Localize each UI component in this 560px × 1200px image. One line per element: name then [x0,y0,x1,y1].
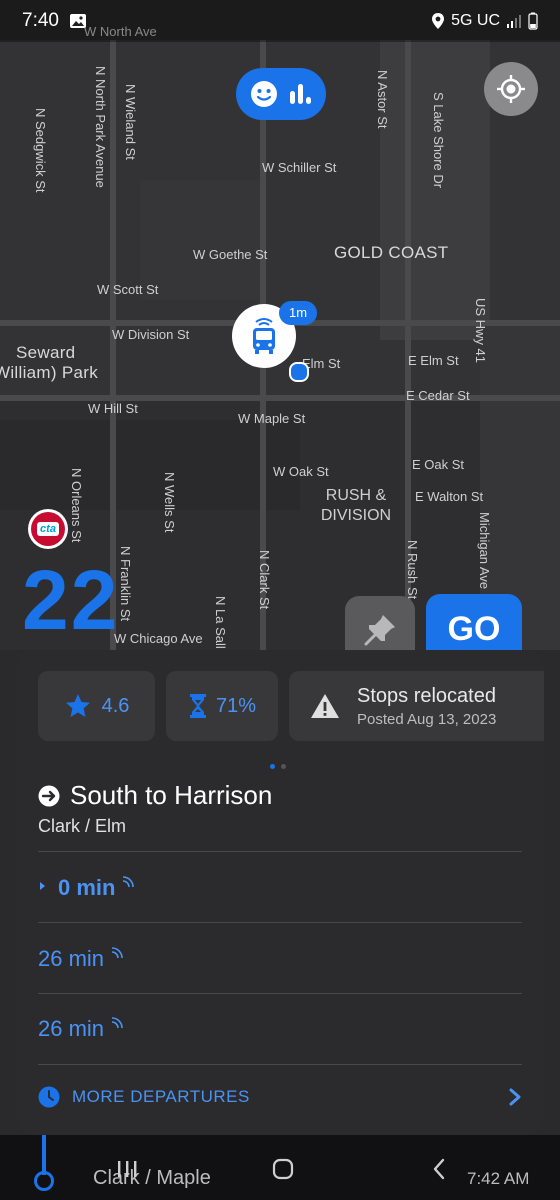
street-label: N North Park Avenue [93,66,108,188]
street-label: US Hwy 41 [473,298,488,364]
hourglass-icon [189,694,206,718]
agency-logo-text: cta [37,522,59,536]
departure-time: 0 min [58,875,116,900]
realtime-icon [111,1017,123,1029]
route-line [42,1135,46,1175]
street-label: W Schiller St [262,160,337,175]
street-label: E Cedar St [406,388,470,403]
recent-apps-icon[interactable] [116,1159,138,1179]
bottom-time: 7:42 AM [467,1169,530,1188]
departure-time: 26 min [38,1016,105,1041]
street-label: N Clark St [257,550,272,610]
divider [38,851,522,852]
bus-icon [253,318,275,354]
realtime-icon [111,947,123,959]
neighborhood-label: RUSH & [325,487,387,504]
my-location-button[interactable] [484,62,538,116]
rating-chip[interactable]: 4.6 [38,671,155,741]
divider [38,1064,522,1065]
street-label: Michigan Ave [477,512,492,590]
neighborhood-label: GOLD COAST [334,243,449,262]
stop-name: Clark / Elm [38,816,127,836]
realtime-icon [123,876,135,888]
network-label: 5G UC [451,12,500,29]
signal-icon [507,15,521,28]
street-label: N Wells St [162,472,177,533]
alert-date: Posted Aug 13, 2023 [357,710,497,728]
street-label: N Astor St [375,70,390,129]
street-label: N Orleans St [69,468,84,543]
agency-logo: cta [28,509,68,549]
neighborhood-label: DIVISION [320,507,392,524]
street-label: W Goethe St [193,247,268,262]
departure-time: 26 min [38,946,105,971]
more-departures-button[interactable]: MORE DEPARTURES [38,1086,522,1108]
battery-icon [528,12,538,30]
departure-row[interactable]: 0 min [38,875,135,901]
gallery-icon [69,14,86,28]
street-label: W Hill St [88,401,138,416]
smiley-icon [251,81,277,107]
street-label: E Elm St [408,353,459,368]
departure-row[interactable]: 26 min [38,1016,124,1042]
alert-chip[interactable]: Stops relocated Posted Aug 13, 2023 [289,671,544,741]
more-departures-label: MORE DEPARTURES [72,1087,250,1106]
departures-sheet: 4.6 71% Stops relocated Posted Aug 13, 2… [16,650,544,1134]
page-indicator [270,764,286,769]
occupancy-chip[interactable]: 71% [166,671,278,741]
divider [38,922,522,923]
direction-label: South to Harrison [70,780,273,810]
departure-row[interactable]: 26 min [38,946,124,972]
arrival-badge: 1m [279,301,318,325]
status-bar: 7:40 5G UC [0,0,560,42]
stop-marker-icon [34,1171,54,1191]
back-icon[interactable] [432,1157,446,1181]
street-label: N Rush St [405,540,420,600]
location-icon [432,13,445,29]
street-label: E Walton St [415,489,484,504]
street-label: W Maple St [238,411,306,426]
bar-chart-icon [290,84,311,104]
alert-title: Stops relocated [357,684,496,707]
divider [38,993,522,994]
street-label: W Division St [112,327,190,342]
direction-heading: South to Harrison [38,780,272,811]
park-label: William) Park [0,363,99,382]
home-icon[interactable] [272,1158,294,1180]
street-label: N Wieland St [123,84,138,160]
status-time: 7:40 [22,10,59,31]
street-label: N Sedgwick St [33,108,48,193]
occupancy-value: 71% [215,694,257,717]
street-label: W Chicago Ave [114,631,203,646]
pin-icon [364,615,395,646]
street-label: S Lake Shore Dr [431,92,446,189]
warning-icon [311,694,339,718]
street-label: N Franklin St [118,546,133,622]
selected-caret-icon [40,882,45,890]
star-icon [65,694,90,717]
feedback-button[interactable] [236,68,326,120]
crosshair-icon [497,75,525,103]
chevron-right-icon [509,1088,521,1106]
clock-icon [38,1086,60,1108]
rating-value: 4.6 [101,694,130,717]
park-label: Seward [16,343,76,362]
user-location-dot [289,362,309,382]
street-label: E Oak St [412,457,465,472]
bottom-bar: Clark / Maple 7:42 AM [0,1135,560,1200]
street-label: W Scott St [97,282,159,297]
street-label: N La Sall [213,596,228,649]
arrow-right-circle-icon [38,785,60,806]
street-label: W Oak St [273,464,329,479]
bottom-stop-name: Clark / Maple [93,1167,211,1189]
route-number: 22 [22,553,120,647]
